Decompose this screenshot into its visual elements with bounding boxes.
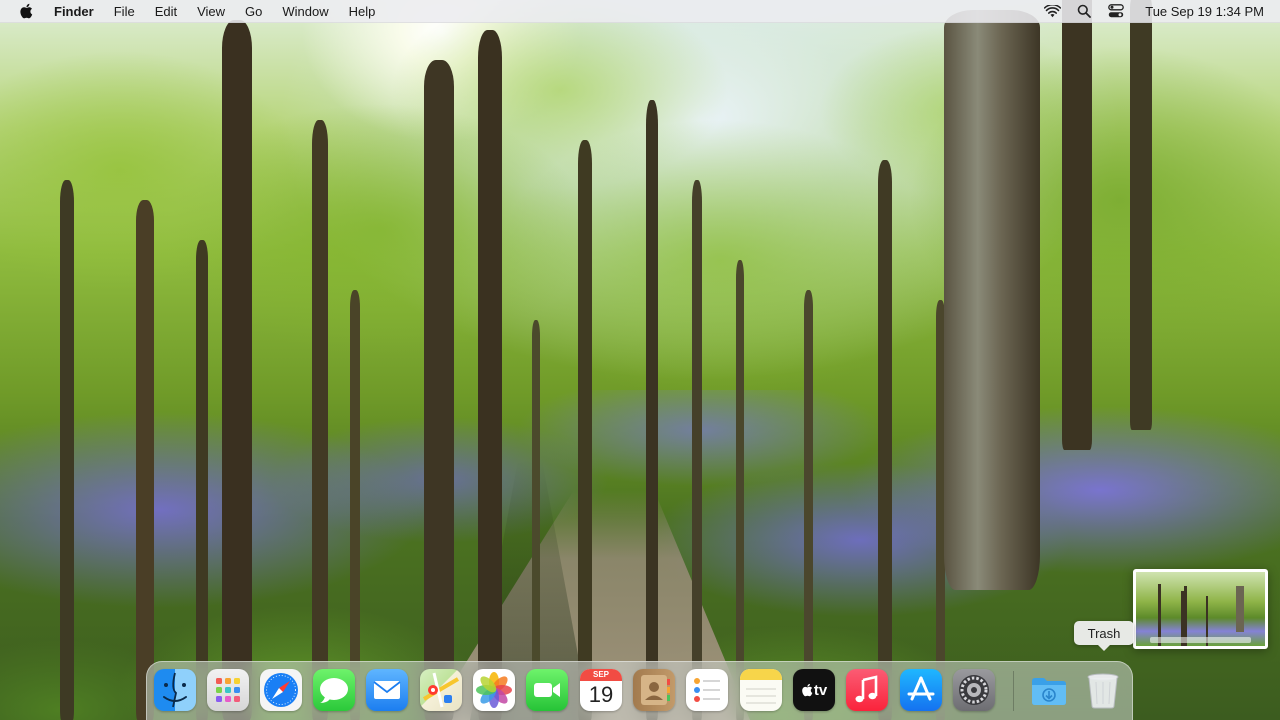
menu-edit[interactable]: Edit bbox=[155, 4, 177, 19]
menu-view[interactable]: View bbox=[197, 4, 225, 19]
dock-divider bbox=[1013, 671, 1014, 711]
downloads-folder-icon[interactable] bbox=[1028, 669, 1070, 711]
tree-trunk bbox=[60, 180, 74, 720]
maps-icon[interactable] bbox=[420, 669, 462, 711]
menu-help[interactable]: Help bbox=[349, 4, 376, 19]
spotlight-search-icon[interactable] bbox=[1075, 3, 1093, 19]
screenshot-thumbnail[interactable] bbox=[1133, 569, 1268, 649]
tree-trunk bbox=[578, 140, 592, 720]
tree-trunk bbox=[196, 240, 208, 720]
messages-icon[interactable] bbox=[313, 669, 355, 711]
tree-trunk bbox=[944, 10, 1040, 590]
tree-trunk bbox=[312, 120, 328, 720]
calendar-day: 19 bbox=[588, 682, 614, 707]
menu-bar-status-area: Tue Sep 19 1:34 PM bbox=[1043, 3, 1270, 19]
apple-icon[interactable] bbox=[18, 3, 33, 19]
tree-trunk bbox=[692, 180, 702, 720]
control-center-icon[interactable] bbox=[1107, 3, 1125, 19]
tree-trunk bbox=[878, 160, 892, 720]
tree-trunk bbox=[532, 320, 540, 720]
wifi-icon[interactable] bbox=[1043, 3, 1061, 19]
app-store-icon[interactable] bbox=[900, 669, 942, 711]
calendar-icon[interactable]: SEP 19 bbox=[580, 669, 622, 711]
mail-icon[interactable] bbox=[366, 669, 408, 711]
tree-trunk bbox=[350, 290, 360, 720]
menu-bar-clock[interactable]: Tue Sep 19 1:34 PM bbox=[1145, 4, 1264, 19]
apple-tv-label: tv bbox=[813, 681, 828, 699]
tree-trunk bbox=[478, 30, 502, 720]
thumbnail-tree bbox=[1236, 586, 1244, 632]
safari-icon[interactable] bbox=[260, 669, 302, 711]
finder-icon[interactable] bbox=[154, 669, 196, 711]
tree-trunk bbox=[804, 290, 813, 720]
reminders-icon[interactable] bbox=[686, 669, 728, 711]
menu-window[interactable]: Window bbox=[282, 4, 328, 19]
menu-app-finder[interactable]: Finder bbox=[54, 4, 94, 19]
dock-tooltip: Trash bbox=[1074, 621, 1134, 651]
menu-file[interactable]: File bbox=[114, 4, 135, 19]
tree-trunk bbox=[222, 20, 252, 720]
photos-icon[interactable] bbox=[473, 669, 515, 711]
tree-trunk bbox=[646, 100, 658, 720]
thumbnail-dock bbox=[1150, 637, 1251, 643]
menu-bar: Finder File Edit View Go Window Help Tue… bbox=[0, 0, 1280, 23]
launchpad-icon[interactable] bbox=[207, 669, 249, 711]
tree-trunk bbox=[1062, 0, 1092, 450]
tree-trunk bbox=[424, 60, 454, 720]
trash-icon[interactable] bbox=[1082, 669, 1124, 711]
music-icon[interactable] bbox=[846, 669, 888, 711]
desktop-wallpaper bbox=[0, 0, 1280, 720]
facetime-icon[interactable] bbox=[526, 669, 568, 711]
system-settings-icon[interactable] bbox=[953, 669, 995, 711]
menu-go[interactable]: Go bbox=[245, 4, 262, 19]
apple-tv-icon[interactable]: tv bbox=[793, 669, 835, 711]
notes-icon[interactable] bbox=[740, 669, 782, 711]
calendar-month: SEP bbox=[580, 669, 622, 681]
tree-trunk bbox=[736, 260, 744, 720]
contacts-icon[interactable] bbox=[633, 669, 675, 711]
tree-trunk bbox=[1130, 0, 1152, 430]
tree-trunk bbox=[136, 200, 154, 720]
